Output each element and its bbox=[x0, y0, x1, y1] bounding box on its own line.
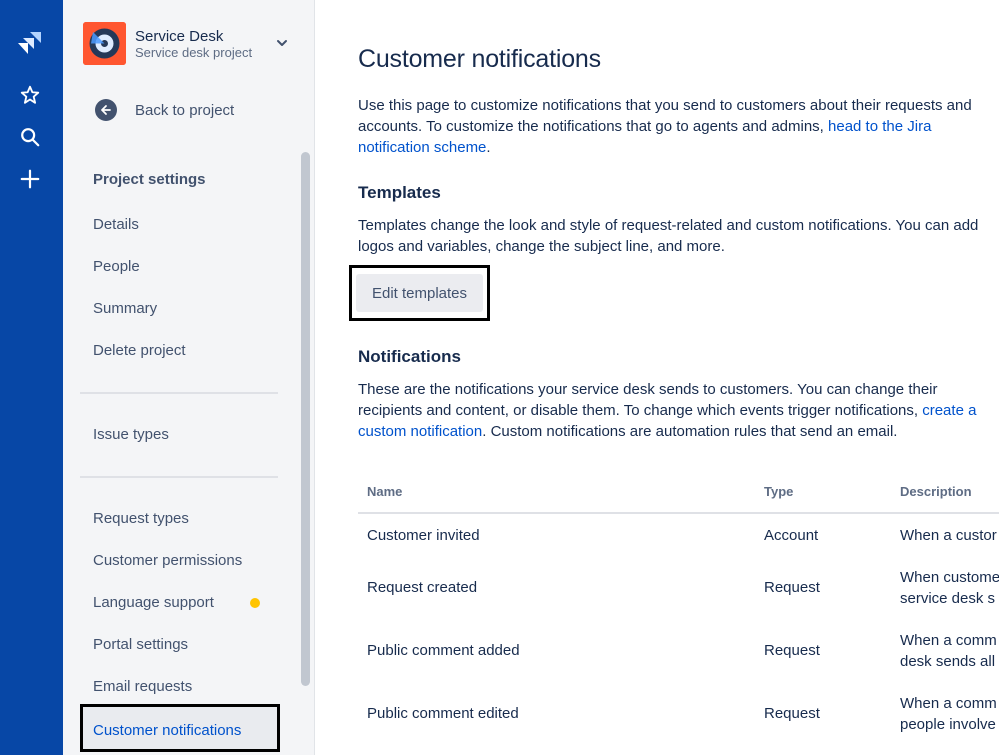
main-content: Customer notifications Use this page to … bbox=[349, 0, 999, 755]
sidebar-item-language-support[interactable]: Language support bbox=[93, 594, 214, 611]
row-description: When a custor bbox=[900, 527, 997, 544]
row-name[interactable]: Public comment edited bbox=[367, 703, 519, 724]
sidebar-item-details[interactable]: Details bbox=[93, 216, 139, 233]
sidebar-item-issue-types[interactable]: Issue types bbox=[93, 426, 169, 443]
intro-paragraph: Use this page to customize notifications… bbox=[358, 95, 988, 158]
edit-templates-highlight: Edit templates bbox=[349, 265, 490, 321]
row-type: Account bbox=[764, 527, 819, 544]
row-description: people involve bbox=[900, 716, 996, 733]
arrow-left-icon bbox=[95, 99, 117, 121]
edit-templates-button[interactable]: Edit templates bbox=[356, 274, 483, 312]
row-description: When custome bbox=[900, 569, 999, 586]
intro-end: . bbox=[486, 139, 491, 156]
row-type: Request bbox=[764, 579, 820, 596]
chevron-down-icon[interactable] bbox=[275, 36, 289, 50]
row-name[interactable]: Public comment added bbox=[367, 640, 520, 661]
notification-dot bbox=[250, 598, 260, 608]
row-description: When a comm bbox=[900, 632, 997, 649]
back-to-project-link[interactable]: Back to project bbox=[95, 98, 234, 122]
sidebar-heading: Project settings bbox=[93, 171, 206, 188]
templates-heading: Templates bbox=[358, 183, 441, 202]
table-header-divider bbox=[358, 512, 999, 514]
sidebar-item-email-requests[interactable]: Email requests bbox=[93, 678, 192, 695]
project-type: Service desk project bbox=[135, 45, 253, 60]
project-switcher[interactable]: Service Desk Service desk project bbox=[83, 22, 298, 66]
global-navigation bbox=[0, 0, 63, 755]
back-to-project-label: Back to project bbox=[135, 101, 235, 119]
row-description: desk sends all bbox=[900, 653, 996, 670]
sidebar-item-customer-notifications[interactable]: Customer notifications bbox=[80, 704, 280, 752]
column-header-type[interactable]: Type bbox=[764, 484, 793, 499]
sidebar-item-delete-project[interactable]: Delete project bbox=[93, 342, 186, 359]
sidebar-divider bbox=[80, 476, 278, 478]
sidebar-item-summary[interactable]: Summary bbox=[93, 300, 157, 317]
sidebar-item-portal-settings[interactable]: Portal settings bbox=[93, 636, 188, 653]
project-sidebar: Service Desk Service desk project Back t… bbox=[63, 0, 315, 755]
notifications-text: These are the notifications your service… bbox=[358, 381, 938, 419]
row-name[interactable]: Request created bbox=[367, 577, 477, 598]
column-header-name[interactable]: Name bbox=[367, 484, 402, 499]
sidebar-item-request-types[interactable]: Request types bbox=[93, 510, 189, 527]
row-type: Request bbox=[764, 642, 820, 659]
star-icon[interactable] bbox=[17, 82, 43, 108]
templates-paragraph: Templates change the look and style of r… bbox=[358, 217, 979, 255]
plus-icon[interactable] bbox=[17, 166, 43, 192]
notifications-paragraph: These are the notifications your service… bbox=[358, 379, 988, 442]
page-title: Customer notifications bbox=[358, 45, 601, 73]
column-header-description[interactable]: Description bbox=[900, 484, 972, 499]
project-name: Service Desk bbox=[135, 28, 224, 45]
row-type: Request bbox=[764, 705, 820, 722]
project-avatar bbox=[83, 22, 126, 65]
search-icon[interactable] bbox=[17, 124, 43, 150]
sidebar-scrollbar-thumb[interactable] bbox=[301, 152, 310, 686]
sidebar-item-label: Customer notifications bbox=[93, 722, 242, 739]
row-name[interactable]: Customer invited bbox=[367, 525, 480, 546]
notifications-heading: Notifications bbox=[358, 347, 461, 366]
notifications-end: . Custom notifications are automation ru… bbox=[482, 423, 898, 440]
row-description: service desk s bbox=[900, 590, 996, 607]
jira-logo-icon[interactable] bbox=[17, 30, 43, 56]
sidebar-item-customer-permissions[interactable]: Customer permissions bbox=[93, 552, 242, 569]
sidebar-divider bbox=[80, 392, 278, 394]
sidebar-item-people[interactable]: People bbox=[93, 258, 140, 275]
row-description: When a comm bbox=[900, 695, 997, 712]
